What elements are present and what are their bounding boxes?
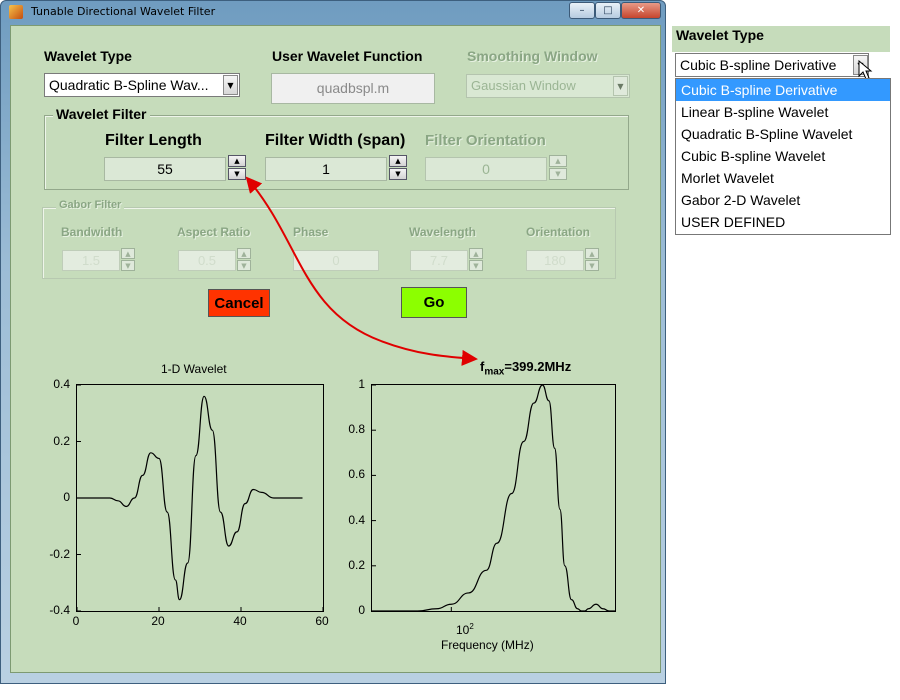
dropdown-option[interactable]: Quadratic B-Spline Wavelet [676, 123, 890, 145]
main-window: Tunable Directional Wavelet Filter – □ ✕… [0, 0, 666, 684]
right-wavelet-type-select[interactable]: Cubic B-spline Derivative [675, 53, 869, 77]
dropdown-option[interactable]: Morlet Wavelet [676, 167, 890, 189]
wavelet-type-dropdown-list: Cubic B-spline Derivative Linear B-spline… [675, 78, 891, 235]
right-wavelet-type-label: Wavelet Type [676, 27, 764, 43]
right-wavelet-type-value: Cubic B-spline Derivative [680, 57, 837, 73]
dropdown-option[interactable]: USER DEFINED [676, 211, 890, 233]
dropdown-option[interactable]: Linear B-spline Wavelet [676, 101, 890, 123]
dropdown-option[interactable]: Cubic B-spline Wavelet [676, 145, 890, 167]
dropdown-option[interactable]: Cubic B-spline Derivative [676, 79, 890, 101]
annotation-arrow [245, 176, 478, 366]
arrow-path [245, 176, 478, 366]
dropdown-option[interactable]: Gabor 2-D Wavelet [676, 189, 890, 211]
